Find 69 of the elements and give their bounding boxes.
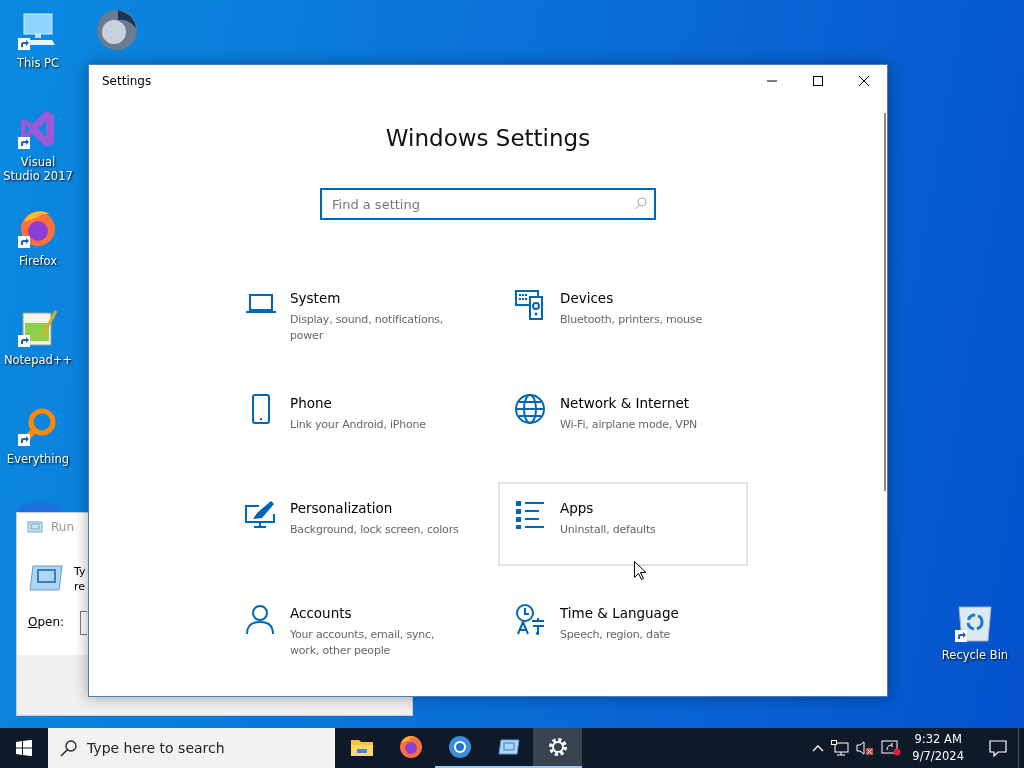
shortcut-arrow-icon xyxy=(18,434,30,446)
run-icon xyxy=(27,520,43,533)
person-icon xyxy=(244,603,276,635)
shortcut-arrow-icon xyxy=(18,38,30,50)
clock-letters-icon xyxy=(514,603,546,635)
clock-time[interactable]: 9:32 AM xyxy=(914,731,962,748)
shortcut-arrow-icon xyxy=(18,137,30,149)
settings-category[interactable]: Time & Language Speech, region, date xyxy=(498,587,748,671)
tile-description: Link your Android, iPhone xyxy=(290,417,426,433)
window-title: Settings xyxy=(102,74,153,88)
tile-description: Speech, region, date xyxy=(560,627,672,643)
monitor-alert-icon[interactable] xyxy=(881,740,902,756)
search-icon xyxy=(634,197,647,210)
desktop-icon-label[interactable]: This PC xyxy=(1,56,75,70)
tile-description: Your accounts, email, sync, work, other people xyxy=(290,627,436,659)
window-title: Run xyxy=(51,520,74,534)
desktop-icon-label[interactable]: Visual Studio 2017 xyxy=(1,155,75,183)
search-field[interactable]: Find a setting xyxy=(320,188,656,220)
clock-date[interactable]: 9/7/2024 xyxy=(912,748,964,765)
chevron-up-icon[interactable] xyxy=(812,744,825,752)
keyboard-speaker-icon xyxy=(514,288,546,320)
mouse-cursor-icon xyxy=(634,561,647,581)
close-icon xyxy=(859,76,869,86)
settings-category[interactable]: Personalization Background, lock screen, colors xyxy=(228,482,478,566)
taskbar-app-button[interactable] xyxy=(533,728,582,768)
dialog-text: re xyxy=(74,579,86,594)
tile-title: Apps xyxy=(560,500,595,516)
shortcut-arrow-icon xyxy=(18,335,30,347)
fox-globe-icon xyxy=(18,208,58,248)
search-icon xyxy=(60,740,77,757)
speaker-muted-icon[interactable] xyxy=(856,740,875,756)
tile-title: Devices xyxy=(560,290,615,306)
windows-logo-icon xyxy=(16,740,32,756)
dialog-text: Ty xyxy=(74,564,86,579)
settings-category[interactable]: Network & Internet Wi-Fi, airplane mode, VPN xyxy=(498,377,748,461)
scrollbar[interactable] xyxy=(884,113,886,491)
desktop-icon-label[interactable]: Recycle Bin xyxy=(938,648,1012,662)
page-heading: Windows Settings xyxy=(384,124,592,153)
network-icon[interactable] xyxy=(831,740,850,756)
tile-description: Background, lock screen, colors xyxy=(290,522,459,538)
shortcut-arrow-icon xyxy=(955,630,967,642)
search-field[interactable]: Type here to search xyxy=(48,728,335,768)
list-icon xyxy=(514,498,546,530)
tile-title: System xyxy=(290,290,342,306)
desktop-icon-label[interactable]: Notepad++ xyxy=(1,353,75,367)
monitor-brush-icon xyxy=(244,498,276,530)
tile-description: Wi-Fi, airplane mode, VPN xyxy=(560,417,698,433)
run-icon xyxy=(29,565,63,591)
tile-title: Time & Language xyxy=(560,605,679,621)
tile-title: Personalization xyxy=(290,500,394,516)
tile-title: Network & Internet xyxy=(560,395,691,411)
settings-category[interactable]: Phone Link your Android, iPhone xyxy=(228,377,478,461)
notification-icon[interactable] xyxy=(989,739,1007,757)
settings-category[interactable]: Accounts Your accounts, email, sync, work, other people xyxy=(228,587,478,671)
input-field[interactable] xyxy=(80,611,87,635)
settings-category[interactable]: System Display, sound, notifications, power xyxy=(228,272,478,356)
globe-icon xyxy=(514,393,546,425)
tile-title: Phone xyxy=(290,395,333,411)
shortcut-arrow-icon xyxy=(18,236,30,248)
settings-category[interactable]: Apps Uninstall, defaults xyxy=(498,482,748,566)
maximize-icon xyxy=(813,76,823,86)
tile-description: Bluetooth, printers, mouse xyxy=(560,312,702,328)
tile-description: Display, sound, notifications, power xyxy=(290,312,444,344)
tile-title: Accounts xyxy=(290,605,353,621)
field-label: Open: xyxy=(28,615,65,629)
desktop-icon-label[interactable]: Firefox xyxy=(1,254,75,268)
settings-category[interactable]: Devices Bluetooth, printers, mouse xyxy=(498,272,748,356)
tile-description: Uninstall, defaults xyxy=(560,522,656,538)
desktop-icon-label[interactable]: Everything xyxy=(1,452,75,466)
